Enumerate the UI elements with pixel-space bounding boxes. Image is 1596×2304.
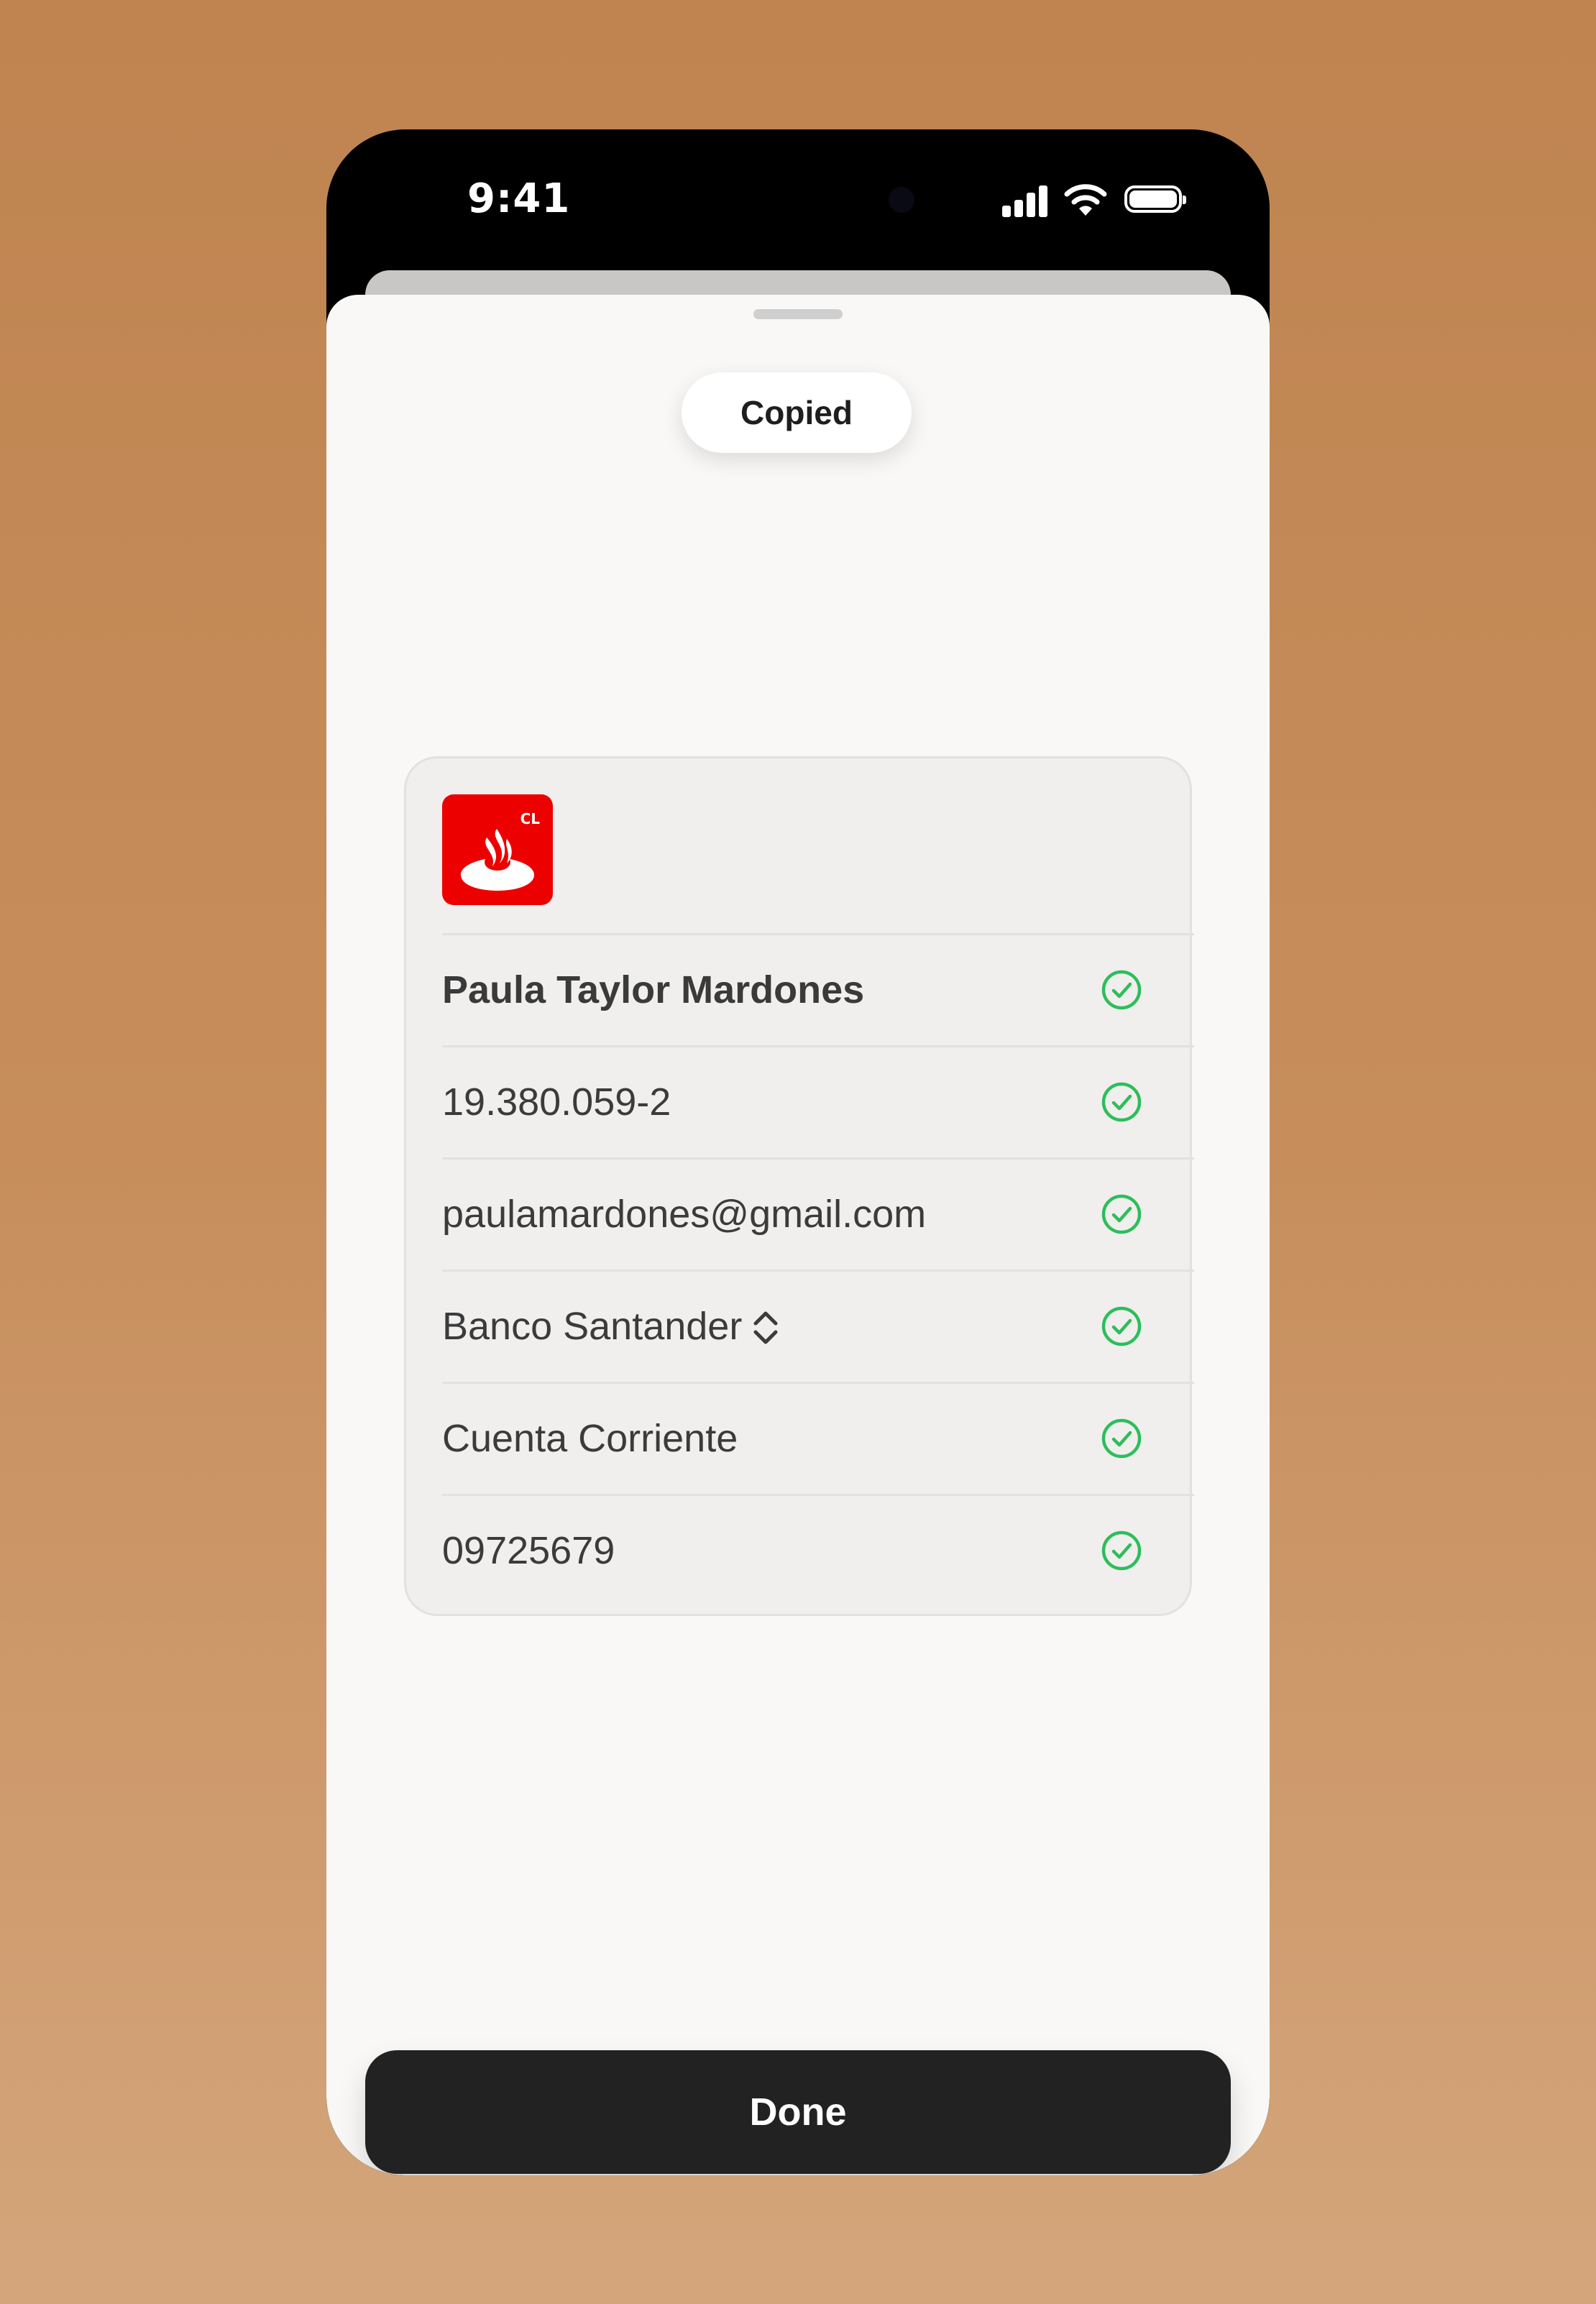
bottom-sheet: Copied CL Paula Taylor Mardones 19.380.0… <box>326 295 1270 2175</box>
santander-logo: CL <box>442 794 553 905</box>
chevron-up-down-icon[interactable] <box>750 1306 781 1349</box>
rut-value: 19.380.059-2 <box>442 1080 671 1124</box>
copied-toast: Copied <box>682 372 912 453</box>
email-value: paulamardones@gmail.com <box>442 1193 927 1236</box>
check-circle-icon <box>1101 1194 1142 1234</box>
account-type-value: Cuenta Corriente <box>442 1417 738 1460</box>
list-item-rut[interactable]: 19.380.059-2 <box>442 1045 1194 1157</box>
wifi-icon <box>1064 184 1107 216</box>
sheet-grabber[interactable] <box>753 309 843 319</box>
check-circle-icon <box>1101 1306 1142 1346</box>
done-button[interactable]: Done <box>365 2050 1231 2174</box>
list-item-account-type[interactable]: Cuenta Corriente <box>442 1382 1194 1494</box>
bank-value: Banco Santander <box>442 1305 743 1348</box>
list-item-name[interactable]: Paula Taylor Mardones <box>442 933 1194 1045</box>
list-item-account-number[interactable]: 09725679 <box>442 1494 1194 1606</box>
account-details-card: CL Paula Taylor Mardones 19.380.059-2 pa… <box>404 756 1194 1616</box>
front-camera <box>889 187 914 213</box>
battery-icon <box>1124 185 1186 213</box>
check-circle-icon <box>1101 1082 1142 1122</box>
status-time: 9:41 <box>467 175 571 222</box>
check-circle-icon <box>1101 1418 1142 1459</box>
account-number-value: 09725679 <box>442 1529 615 1572</box>
logo-region-label: CL <box>520 810 540 827</box>
cellular-signal-icon <box>1002 185 1048 217</box>
check-circle-icon <box>1101 970 1142 1010</box>
list-item-email[interactable]: paulamardones@gmail.com <box>442 1157 1194 1270</box>
check-circle-icon <box>1101 1530 1142 1571</box>
phone-frame: 9:41 Copied CL Paula Taylor Mardones 19.… <box>326 129 1270 2175</box>
account-holder-name: Paula Taylor Mardones <box>442 968 865 1011</box>
list-item-bank[interactable]: Banco Santander <box>442 1270 1194 1382</box>
status-bar: 9:41 <box>326 129 1270 273</box>
